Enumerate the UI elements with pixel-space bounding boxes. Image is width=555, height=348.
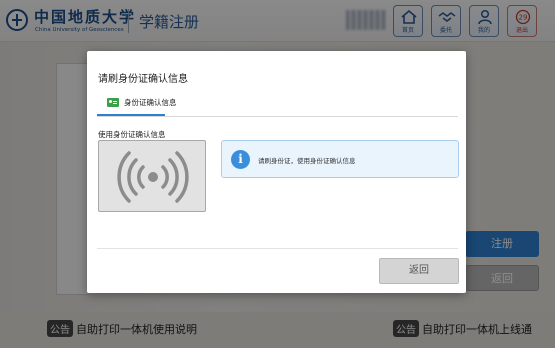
dialog-title: 请刷身份证确认信息 <box>98 74 188 85</box>
tab-divider <box>97 116 458 117</box>
info-icon: i <box>231 150 250 169</box>
tab-label: 身份证确认信息 <box>124 98 177 107</box>
tab-id-card-confirm[interactable]: 身份证确认信息 <box>97 94 177 116</box>
section-label: 使用身份证确认信息 <box>98 130 166 139</box>
info-message: 请刷身份证，使用身份证确认信息 <box>258 157 356 165</box>
info-message-box: i 请刷身份证，使用身份证确认信息 <box>221 140 459 178</box>
id-card-icon <box>107 98 119 107</box>
card-reader-area <box>98 140 206 212</box>
id-card-dialog: 请刷身份证确认信息 身份证确认信息 使用身份证确认信息 i 请刷身份证，使用身份… <box>87 51 466 293</box>
dialog-footer-divider <box>97 248 458 249</box>
card-reader-signal-icon <box>117 151 189 203</box>
dialog-return-button[interactable]: 返回 <box>379 258 459 284</box>
